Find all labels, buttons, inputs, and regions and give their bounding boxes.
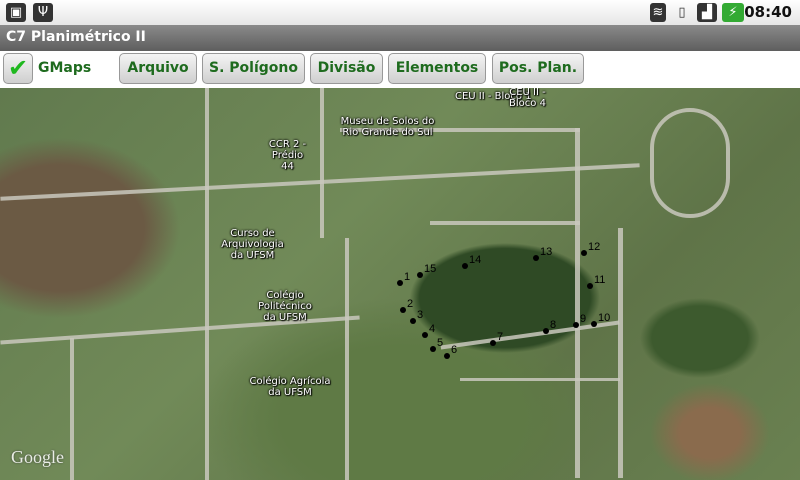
polygon-vertex-label: 6 <box>451 344 458 356</box>
polygon-vertex-label: 5 <box>437 337 444 349</box>
gmaps-label[interactable]: GMaps <box>38 60 91 76</box>
map-label-ccr2: CCR 2 - Prédio 44 <box>268 139 307 172</box>
satellite-map[interactable]: CEU II - Bloco 1 CEU II - Bloco 4 Museu … <box>0 88 800 480</box>
polygon-vertex-marker[interactable] <box>397 280 403 286</box>
polygon-vertex-marker[interactable] <box>490 340 496 346</box>
checkmark-icon: ✔ <box>7 54 29 82</box>
app-title: C7 Planimétrico II <box>0 25 800 51</box>
polygon-vertex-label: 13 <box>540 246 553 258</box>
polygon-vertex-label: 15 <box>424 263 437 275</box>
polygon-vertex-marker[interactable] <box>444 353 450 359</box>
polygon-vertex-label: 9 <box>580 313 587 325</box>
polygon-vertex-marker[interactable] <box>581 250 587 256</box>
gmaps-checkbox[interactable]: ✔ <box>3 53 33 84</box>
polygon-vertex-label: 11 <box>594 274 606 286</box>
polygon-vertex-marker[interactable] <box>462 263 468 269</box>
polygon-vertex-label: 4 <box>429 323 436 335</box>
toolbar: ✔ GMaps Arquivo S. Polígono Divisão Elem… <box>0 51 800 88</box>
map-label-politecnico: Colégio Politécnico da UFSM <box>258 290 312 323</box>
polygon-vertex-marker[interactable] <box>573 322 579 328</box>
polygon-vertex-label: 12 <box>588 241 601 253</box>
status-bar: ▣ Ψ ≋ ▯ ▟ ⚡ 08:40 <box>0 0 800 25</box>
arquivo-button[interactable]: Arquivo <box>119 53 197 84</box>
android-debug-icon: ▣ <box>6 3 26 22</box>
polygon-vertex-marker[interactable] <box>533 255 539 261</box>
vibrate-icon: ▯ <box>678 5 686 20</box>
polygon-vertex-label: 10 <box>598 312 611 324</box>
s-poligono-button[interactable]: S. Polígono <box>202 53 305 84</box>
map-label-colegio-agricola: Colégio Agrícola da UFSM <box>249 376 331 398</box>
polygon-vertex-label: 7 <box>497 331 504 343</box>
map-label-ceu-bloco4: CEU II - Bloco 4 <box>509 88 546 109</box>
wifi-icon: ≋ <box>650 3 666 22</box>
polygon-vertex-marker[interactable] <box>410 318 416 324</box>
polygon-vertex-marker[interactable] <box>400 307 406 313</box>
polygon-vertex-marker[interactable] <box>417 272 423 278</box>
polygon-vertex-marker[interactable] <box>543 328 549 334</box>
pos-plan-button[interactable]: Pos. Plan. <box>492 53 584 84</box>
clock: 08:40 <box>744 3 792 21</box>
polygon-vertex-marker[interactable] <box>430 346 436 352</box>
polygon-vertex-label: 3 <box>417 309 424 321</box>
google-attribution: Google <box>11 447 64 467</box>
polygon-vertex-label: 1 <box>404 271 411 283</box>
polygon-vertex-marker[interactable] <box>587 283 593 289</box>
battery-charging-icon: ⚡ <box>722 3 744 22</box>
polygon-vertex-marker[interactable] <box>591 321 597 327</box>
usb-icon: Ψ <box>33 3 53 22</box>
polygon-vertex-label: 2 <box>407 298 414 310</box>
polygon-vertex-label: 8 <box>550 319 557 331</box>
divisao-button[interactable]: Divisão <box>310 53 383 84</box>
elementos-button[interactable]: Elementos <box>388 53 486 84</box>
map-label-museu-solos: Museu de Solos do Rio Grande do Sul <box>340 116 435 138</box>
polygon-vertex-marker[interactable] <box>422 332 428 338</box>
map-label-arquivologia: Curso de Arquivologia da UFSM <box>221 228 284 261</box>
polygon-vertex-label: 14 <box>469 254 482 266</box>
signal-2g-icon: ▟ <box>697 3 717 22</box>
